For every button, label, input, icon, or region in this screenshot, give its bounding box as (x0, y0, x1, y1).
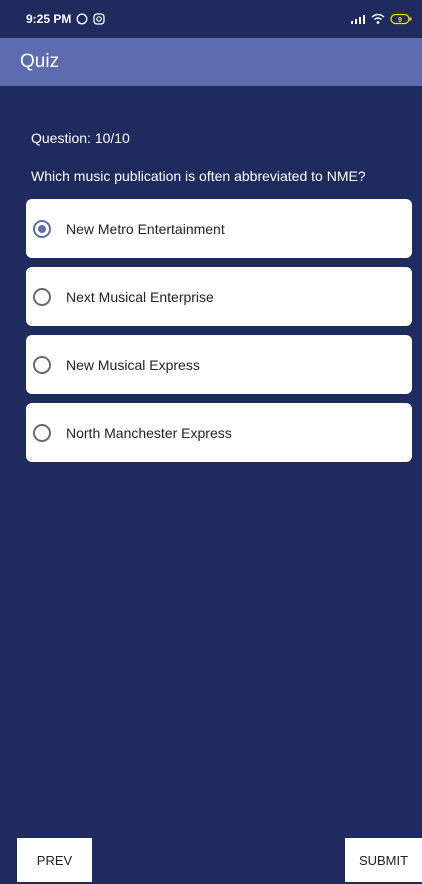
battery-level-text: 9 (398, 17, 402, 24)
option-label: New Musical Express (66, 356, 200, 373)
option-next-musical-enterprise[interactable]: Next Musical Enterprise (26, 267, 412, 326)
option-north-manchester-express[interactable]: North Manchester Express (26, 403, 412, 462)
question-text: Which music publication is often abbrevi… (31, 168, 366, 184)
question-number: Question: 10/10 (31, 130, 130, 146)
option-label: North Manchester Express (66, 424, 232, 441)
options-list: New Metro Entertainment Next Musical Ent… (26, 199, 412, 471)
option-new-musical-express[interactable]: New Musical Express (26, 335, 412, 394)
submit-button[interactable]: SUBMIT (345, 838, 422, 882)
app-bar: Quiz (0, 38, 422, 86)
app-title: Quiz (20, 51, 60, 72)
wifi-icon (371, 13, 385, 25)
radio-unchecked-icon[interactable] (33, 423, 51, 442)
status-right: 9 (350, 13, 412, 25)
option-new-metro-entertainment[interactable]: New Metro Entertainment (26, 199, 412, 258)
status-bar: 9:25 PM 9 (0, 0, 422, 38)
option-label: Next Musical Enterprise (66, 288, 214, 305)
radio-unchecked-icon[interactable] (33, 355, 51, 374)
prev-button[interactable]: PREV (17, 838, 92, 882)
instagram-icon (93, 13, 106, 25)
battery-icon: 9 (390, 13, 412, 25)
status-left: 9:25 PM (26, 12, 106, 26)
signal-icon (350, 13, 366, 25)
radio-unchecked-icon[interactable] (33, 287, 51, 306)
radio-checked-icon[interactable] (33, 219, 51, 238)
whatsapp-icon (76, 13, 88, 25)
option-label: New Metro Entertainment (66, 220, 225, 237)
status-time: 9:25 PM (26, 12, 72, 26)
